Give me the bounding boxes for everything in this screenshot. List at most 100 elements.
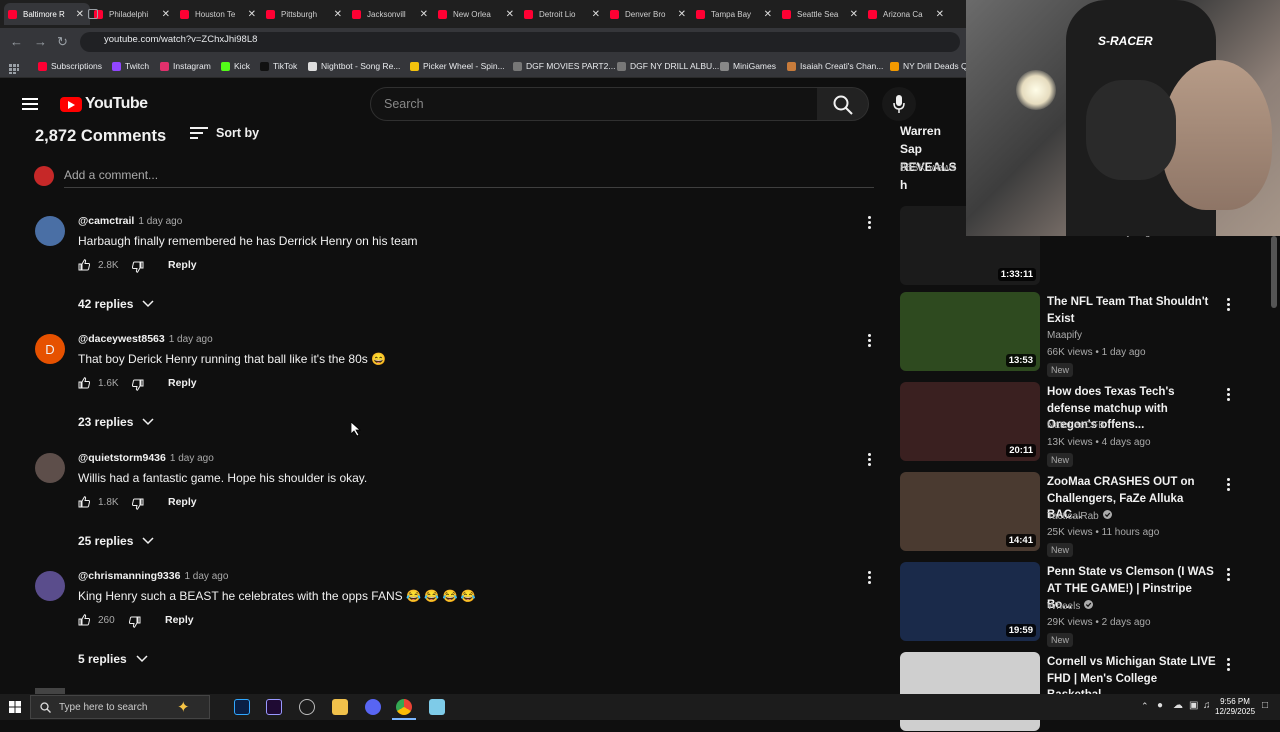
browser-tab[interactable]: Baltimore R ✕ [4,3,90,25]
commenter-avatar[interactable]: D [35,334,65,364]
browser-tab[interactable]: Philadelphi ✕ [90,3,176,25]
bookmark-item[interactable]: Instagram [160,61,211,71]
site-info-icon[interactable] [88,9,98,19]
sidebar-video-card[interactable]: 14:41 ZooMaa CRASHES OUT on Challengers, … [900,472,1240,557]
file-explorer-taskbar-icon[interactable] [332,699,348,715]
bookmark-item[interactable]: Subscriptions [38,61,102,71]
like-button[interactable]: 260 [78,614,115,626]
bookmark-item[interactable]: Picker Wheel - Spin... [410,61,505,71]
tab-close-icon[interactable]: ✕ [936,9,944,20]
comment-author[interactable]: @chrismanning9336 1 day ago [78,570,228,582]
photoshop-taskbar-icon[interactable] [234,699,250,715]
tab-close-icon[interactable]: ✕ [506,9,514,20]
video-thumbnail[interactable]: 14:41 [900,472,1040,551]
video-thumbnail[interactable]: 19:59 [900,562,1040,641]
sidebar-video-card[interactable]: 20:11 How does Texas Tech's defense match… [900,382,1240,467]
video-more-icon[interactable] [1227,566,1231,583]
thumbs-down-icon[interactable] [131,260,144,278]
commenter-avatar[interactable] [35,453,65,483]
comment-more-icon[interactable] [868,214,872,231]
browser-tab[interactable]: Detroit Lio ✕ [520,3,606,25]
browser-tab[interactable]: Jacksonvill ✕ [348,3,434,25]
chrome-taskbar-icon[interactable] [396,699,412,715]
comment-author[interactable]: @daceywest8563 1 day ago [78,333,213,345]
reload-icon[interactable]: ↻ [57,34,68,50]
video-thumbnail[interactable]: 20:11 [900,382,1040,461]
video-channel[interactable]: Wheels [1047,600,1094,612]
bookmark-item[interactable]: NY Drill Deads Q [890,61,968,71]
tab-close-icon[interactable]: ✕ [678,9,686,20]
tab-close-icon[interactable]: ✕ [248,9,256,20]
bookmark-item[interactable]: DGF MOVIES PART2... [513,61,615,71]
comment-timestamp[interactable]: 1 day ago [138,216,182,227]
reply-button[interactable]: Reply [165,614,194,626]
tab-close-icon[interactable]: ✕ [850,9,858,20]
video-more-icon[interactable] [1227,656,1231,673]
comment-more-icon[interactable] [868,332,872,349]
comment-timestamp[interactable]: 1 day ago [169,334,213,345]
browser-tab[interactable]: New Orlea ✕ [434,3,520,25]
taskbar-clock[interactable]: 9:56 PM 12/29/2025 [1215,697,1255,717]
discord-taskbar-icon[interactable] [365,699,381,715]
tray-overflow-icon[interactable]: ⌃ [1141,701,1149,712]
comment-more-icon[interactable] [868,451,872,468]
tab-close-icon[interactable]: ✕ [764,9,772,20]
commenter-avatar[interactable] [35,216,65,246]
thumbs-down-icon[interactable] [128,615,141,633]
app-taskbar-icon[interactable] [299,699,315,715]
reply-button[interactable]: Reply [168,259,197,271]
youtube-logo[interactable]: YouTube [60,95,148,113]
page-scrollbar[interactable] [1271,236,1277,308]
like-button[interactable]: 2.8K [78,259,119,271]
reply-button[interactable]: Reply [168,377,197,389]
view-replies-button[interactable]: 42 replies [78,297,154,311]
comment-author[interactable]: @quietstorm9436 1 day ago [78,452,214,464]
bookmark-item[interactable]: Twitch [112,61,149,71]
hamburger-menu-icon[interactable] [22,95,38,113]
browser-tab[interactable]: Seattle Sea ✕ [778,3,864,25]
browser-tab[interactable]: Houston Te ✕ [176,3,262,25]
tray-network-icon[interactable]: ▣ [1189,700,1198,711]
app2-taskbar-icon[interactable] [429,699,445,715]
url-text[interactable]: youtube.com/watch?v=ZChxJhi98L8 [104,34,257,45]
browser-tab[interactable]: Tampa Bay ✕ [692,3,778,25]
bookmark-item[interactable]: Isaiah Creati's Chan... [787,61,883,71]
bookmark-item[interactable]: TikTok [260,61,297,71]
bookmark-item[interactable]: DGF NY DRILL ALBU... [617,61,719,71]
tray-mic-icon[interactable]: ● [1157,700,1163,711]
sort-by-button[interactable]: Sort by [190,126,259,140]
like-button[interactable]: 1.6K [78,377,119,389]
tab-close-icon[interactable]: ✕ [420,9,428,20]
bookmark-item[interactable]: Kick [221,61,250,71]
video-thumbnail[interactable]: 13:53 [900,292,1040,371]
like-button[interactable]: 1.8K [78,496,119,508]
sidebar-partial-title[interactable]: Warren Sap REVEALS h [900,122,966,194]
apps-grid-icon[interactable] [9,61,19,74]
sidebar-video-card[interactable]: 13:53 The NFL Team That Shouldn't Exist Ma… [900,292,1240,377]
video-channel[interactable]: Maapify [1047,330,1082,341]
sidebar-video-card[interactable]: 19:59 Penn State vs Clemson (I WAS AT THE… [900,562,1240,647]
thumbs-down-icon[interactable] [131,497,144,515]
thumbs-down-icon[interactable] [131,378,144,396]
tab-close-icon[interactable]: ✕ [76,9,84,20]
reply-button[interactable]: Reply [168,496,197,508]
browser-tab[interactable]: Denver Bro ✕ [606,3,692,25]
view-replies-button[interactable]: 5 replies [78,652,148,666]
comment-timestamp[interactable]: 1 day ago [184,571,228,582]
windows-start-icon[interactable] [9,701,21,713]
comment-more-icon[interactable] [868,569,872,586]
commenter-avatar[interactable] [35,571,65,601]
bookmark-item[interactable]: MiniGames [720,61,776,71]
bookmark-item[interactable]: Nightbot - Song Re... [308,61,400,71]
search-button[interactable] [817,87,869,121]
view-replies-button[interactable]: 25 replies [78,534,154,548]
video-more-icon[interactable] [1227,296,1231,313]
video-more-icon[interactable] [1227,386,1231,403]
search-input[interactable]: Search [370,87,818,121]
video-channel[interactable]: NateLeeCFB [1047,420,1105,431]
notification-icon[interactable]: □ [1262,700,1268,711]
premiere-taskbar-icon[interactable] [266,699,282,715]
tab-close-icon[interactable]: ✕ [592,9,600,20]
sidebar-video-card[interactable]: Cornell vs Michigan State LIVE FHD | Men… [900,652,1240,732]
browser-tab[interactable]: Pittsburgh ✕ [262,3,348,25]
